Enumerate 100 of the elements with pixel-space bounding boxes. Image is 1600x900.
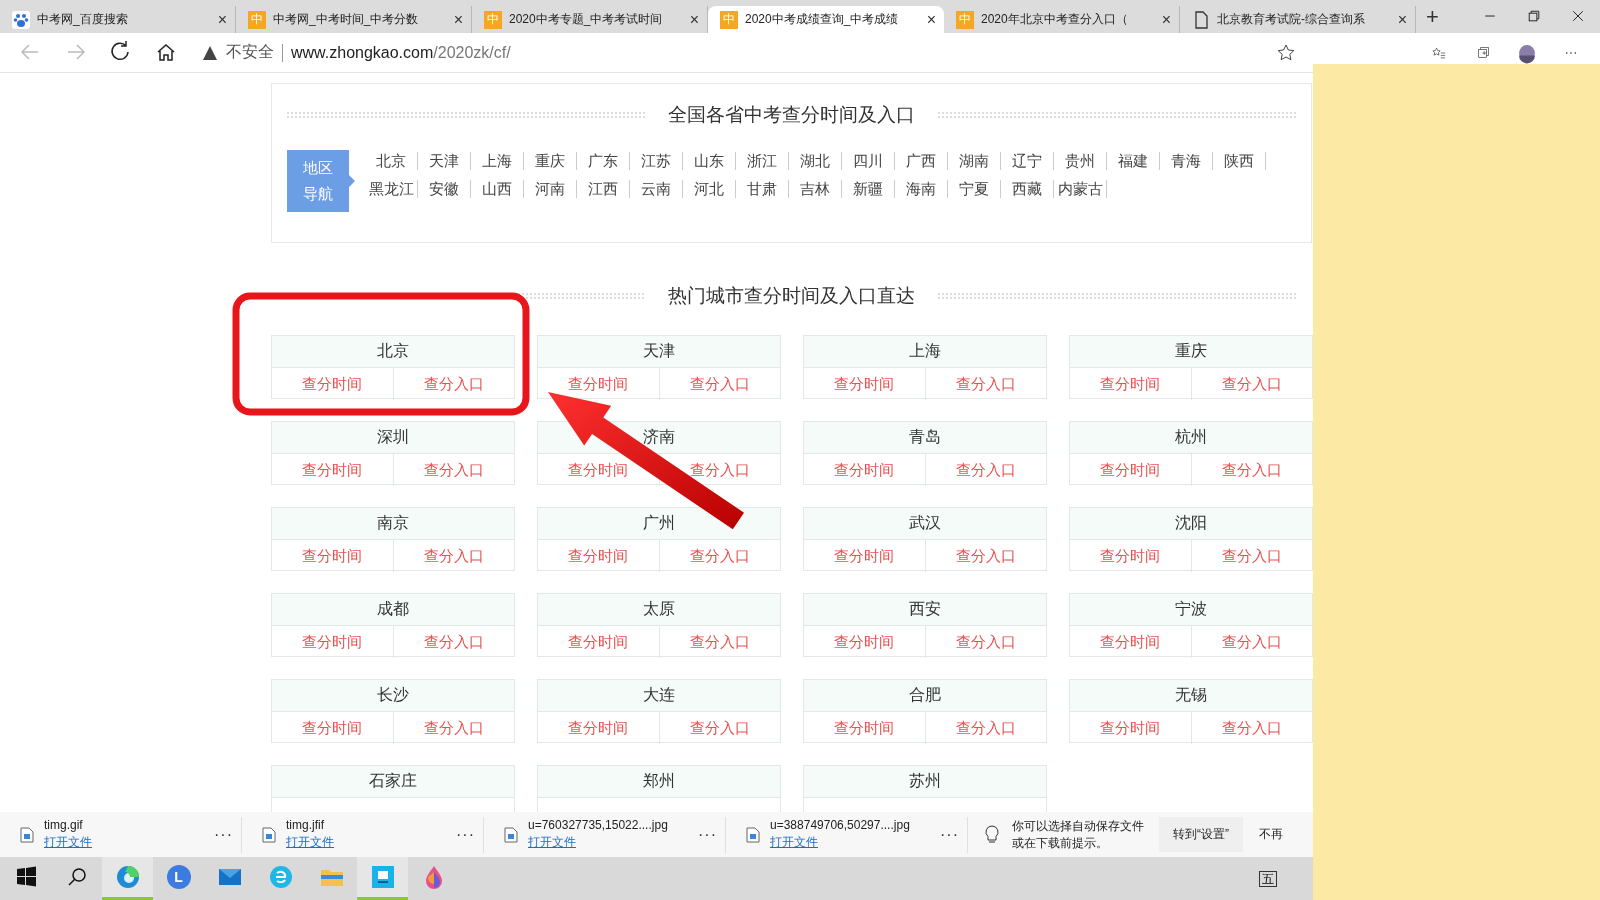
province-link[interactable]: 山西 — [471, 180, 524, 198]
province-link[interactable]: 河北 — [683, 180, 736, 198]
province-link[interactable]: 陕西 — [1213, 152, 1266, 170]
province-link[interactable]: 内蒙古 — [1054, 180, 1107, 198]
city-link[interactable]: 查分时间 — [1100, 375, 1161, 393]
province-link[interactable]: 甘肃 — [736, 180, 789, 198]
city-link[interactable]: 查分入口 — [689, 719, 750, 737]
city-link[interactable]: 查分时间 — [1100, 719, 1161, 737]
city-link[interactable]: 查分入口 — [1221, 633, 1282, 651]
province-link[interactable]: 湖北 — [789, 152, 842, 170]
city-name: 大连 — [538, 680, 780, 712]
city-link[interactable]: 查分入口 — [955, 375, 1016, 393]
city-link[interactable]: 查分入口 — [955, 547, 1016, 565]
city-link[interactable]: 查分时间 — [834, 719, 895, 737]
city-link[interactable]: 查分入口 — [689, 461, 750, 479]
city-link[interactable]: 查分入口 — [423, 547, 484, 565]
city-link[interactable]: 查分时间 — [568, 461, 629, 479]
close-tab-button[interactable]: × — [453, 10, 463, 29]
city-link[interactable]: 查分入口 — [423, 633, 484, 651]
taskbar-button[interactable] — [102, 857, 153, 900]
browser-tab[interactable]: 中考网_百度搜索 × — [0, 6, 236, 33]
city-link[interactable]: 查分入口 — [689, 633, 750, 651]
city-link[interactable]: 查分时间 — [834, 375, 895, 393]
more-button[interactable]: ··· — [214, 825, 233, 844]
city-link[interactable]: 查分时间 — [1100, 633, 1161, 651]
open-file-link[interactable]: 打开文件 — [44, 834, 92, 851]
city-link[interactable]: 查分时间 — [302, 633, 363, 651]
browser-tab[interactable]: 中 2020中考成绩查询_中考成绩 × — [708, 6, 944, 33]
browser-tab[interactable]: 中 2020中考专题_中考考试时间 × — [472, 6, 708, 33]
taskbar-button[interactable] — [357, 857, 408, 900]
province-link[interactable]: 青海 — [1160, 152, 1213, 170]
city-link[interactable]: 查分入口 — [1221, 461, 1282, 479]
city-link[interactable]: 查分时间 — [568, 375, 629, 393]
province-link[interactable]: 云南 — [630, 180, 683, 198]
province-link[interactable]: 天津 — [418, 152, 471, 170]
province-link[interactable]: 黑龙江 — [365, 180, 418, 198]
province-link[interactable]: 辽宁 — [1001, 152, 1054, 170]
more-button[interactable]: ··· — [940, 825, 959, 844]
city-link[interactable]: 查分入口 — [1221, 547, 1282, 565]
open-file-link[interactable]: 打开文件 — [770, 834, 818, 851]
city-link[interactable]: 查分入口 — [423, 719, 484, 737]
close-tab-button[interactable]: × — [217, 10, 227, 29]
province-link[interactable]: 江苏 — [630, 152, 683, 170]
province-link[interactable]: 山东 — [683, 152, 736, 170]
province-link[interactable]: 贵州 — [1054, 152, 1107, 170]
city-link[interactable]: 查分时间 — [1100, 461, 1161, 479]
star-icon[interactable] — [1276, 42, 1296, 63]
province-link[interactable]: 广西 — [895, 152, 948, 170]
city-link[interactable]: 查分入口 — [689, 375, 750, 393]
more-button[interactable]: ··· — [698, 825, 717, 844]
browser-tab[interactable]: 中 中考网_中考时间_中考分数 × — [236, 6, 472, 33]
more-button[interactable]: ··· — [456, 825, 475, 844]
city-link[interactable]: 查分时间 — [568, 547, 629, 565]
city-link[interactable]: 查分入口 — [955, 461, 1016, 479]
city-link[interactable]: 查分入口 — [955, 719, 1016, 737]
input-method-indicator[interactable]: 五 — [1259, 870, 1277, 887]
city-link[interactable]: 查分入口 — [423, 375, 484, 393]
province-link[interactable]: 河南 — [524, 180, 577, 198]
city-link[interactable]: 查分时间 — [302, 461, 363, 479]
close-tab-button[interactable]: × — [926, 10, 936, 29]
open-file-link[interactable]: 打开文件 — [528, 834, 576, 851]
city-link[interactable]: 查分入口 — [423, 461, 484, 479]
browser-tab[interactable]: 中 2020年北京中考查分入口（ × — [944, 6, 1180, 33]
tip-button[interactable]: 不再 — [1255, 817, 1287, 852]
close-tab-button[interactable]: × — [1161, 10, 1171, 29]
province-link[interactable]: 海南 — [895, 180, 948, 198]
province-link[interactable]: 安徽 — [418, 180, 471, 198]
close-tab-button[interactable]: × — [689, 10, 699, 29]
province-link[interactable]: 广东 — [577, 152, 630, 170]
province-link[interactable]: 湖南 — [948, 152, 1001, 170]
city-link[interactable]: 查分时间 — [302, 375, 363, 393]
city-link[interactable]: 查分时间 — [302, 547, 363, 565]
taskbar-button[interactable]: L — [153, 857, 204, 900]
city-link[interactable]: 查分入口 — [689, 547, 750, 565]
province-link[interactable]: 新疆 — [842, 180, 895, 198]
city-link[interactable]: 查分时间 — [834, 461, 895, 479]
close-tab-button[interactable]: × — [1397, 10, 1407, 29]
province-link[interactable]: 重庆 — [524, 152, 577, 170]
city-link[interactable]: 查分时间 — [302, 719, 363, 737]
city-link[interactable]: 查分入口 — [1221, 719, 1282, 737]
tip-button[interactable]: 转到“设置” — [1159, 817, 1243, 852]
open-file-link[interactable]: 打开文件 — [286, 834, 334, 851]
province-link[interactable]: 宁夏 — [948, 180, 1001, 198]
province-link[interactable]: 北京 — [365, 152, 418, 170]
province-link[interactable]: 浙江 — [736, 152, 789, 170]
province-link[interactable]: 上海 — [471, 152, 524, 170]
province-link[interactable]: 吉林 — [789, 180, 842, 198]
city-link[interactable]: 查分入口 — [1221, 375, 1282, 393]
province-link[interactable]: 西藏 — [1001, 180, 1054, 198]
new-tab-button[interactable]: + — [1416, 0, 1449, 33]
browser-tab[interactable]: 北京教育考试院-综合查询系 × — [1180, 6, 1416, 33]
province-link[interactable]: 江西 — [577, 180, 630, 198]
city-link[interactable]: 查分时间 — [834, 633, 895, 651]
city-link[interactable]: 查分时间 — [1100, 547, 1161, 565]
province-link[interactable]: 四川 — [842, 152, 895, 170]
city-link[interactable]: 查分时间 — [568, 633, 629, 651]
city-link[interactable]: 查分时间 — [568, 719, 629, 737]
city-link[interactable]: 查分时间 — [834, 547, 895, 565]
city-link[interactable]: 查分入口 — [955, 633, 1016, 651]
province-link[interactable]: 福建 — [1107, 152, 1160, 170]
